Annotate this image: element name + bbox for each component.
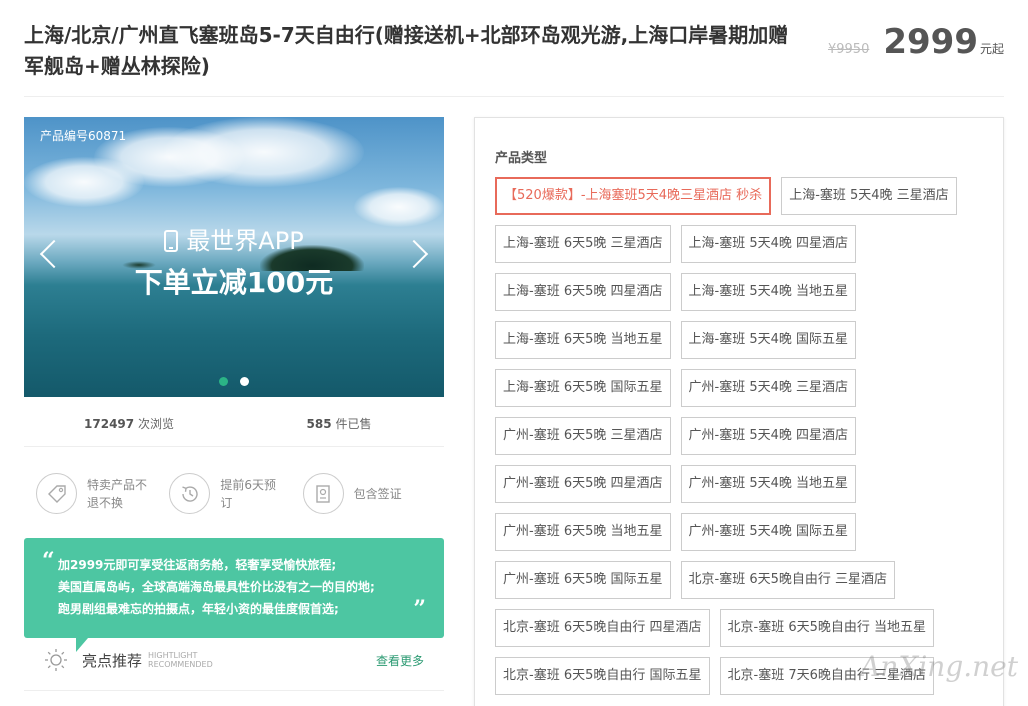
product-type-option[interactable]: 广州-塞班 5天4晚 四星酒店 [680,417,856,455]
quote-line: 加2999元即可享受往返商务舱，轻奢享受愉快旅程; [58,558,337,572]
product-type-label: 产品类型 [495,151,548,166]
product-type-option[interactable]: 北京-塞班 6天5晚自由行 三星酒店 [680,561,895,599]
tag-icon [36,473,77,514]
banner-carousel[interactable]: 产品编号60871 最世界APP 下单立减100元 [24,117,444,397]
product-type-panel: 产品类型 【520爆款】-上海塞班5天4晚三星酒店 秒杀 上海-塞班 5天4晚 三… [474,117,1004,706]
quote-open-icon: “ [42,548,55,574]
product-number: 产品编号60871 [40,129,127,143]
product-type-option[interactable]: 广州-塞班 6天5晚 三星酒店 [495,417,671,455]
banner-app-text: 最世界APP [186,227,304,255]
product-type-option[interactable]: 上海-塞班 6天5晚 当地五星 [495,321,671,359]
header-divider [24,96,1004,97]
product-type-option[interactable]: 广州-塞班 6天5晚 四星酒店 [495,465,671,503]
product-type-option[interactable]: 北京-塞班 6天5晚自由行 当地五星 [719,609,934,647]
product-type-option[interactable]: 广州-塞班 5天4晚 国际五星 [680,513,856,551]
price-unit: 元起 [979,42,1004,56]
product-type-option[interactable]: 上海-塞班 5天4晚 国际五星 [680,321,856,359]
highlight-quote: “ 加2999元即可享受往返商务舱，轻奢享受愉快旅程; 美国直属岛屿，全球高端海… [24,538,444,652]
product-type-option[interactable]: 【520爆款】-上海塞班5天4晚三星酒店 秒杀 [495,177,772,215]
product-type-option[interactable]: 上海-塞班 6天5晚 三星酒店 [495,225,671,263]
cloud-decoration [24,157,144,207]
page-title: 上海/北京/广州直飞塞班岛5-7天自由行(赠接送机+北部环岛观光游,上海口岸暑期… [24,23,789,78]
carousel-dots [219,377,249,386]
carousel-next-icon[interactable] [408,239,430,269]
product-type-option[interactable]: 上海-塞班 5天4晚 四星酒店 [680,225,856,263]
stats-row: 172497 次浏览 585 件已售 [24,415,444,432]
feature-text: 包含签证 [353,486,402,501]
feature-no-refund: 特卖产品不退不换 [36,473,169,514]
views-count: 172497 [84,417,135,431]
banner-app-line: 最世界APP [24,221,444,256]
views-label: 次浏览 [137,417,174,431]
banner-discount: 下单立减100元 [134,266,334,299]
stats-divider [24,446,444,447]
highlight-title: 亮点推荐 [82,651,143,670]
product-type-option[interactable]: 广州-塞班 5天4晚 三星酒店 [680,369,856,407]
product-type-option[interactable]: 上海-塞班 5天4晚 三星酒店 [781,177,957,215]
product-type-option[interactable]: 北京-塞班 6天5晚自由行 国际五星 [495,657,710,695]
sold-label: 件已售 [335,417,372,431]
clock-history-icon [169,473,211,514]
feature-visa: 包含签证 [302,473,436,514]
feature-text: 提前6天预订 [220,477,276,510]
product-type-option[interactable]: 广州-塞班 6天5晚 国际五星 [495,561,671,599]
passport-icon [302,473,344,514]
highlight-header: 亮点推荐 HIGHTLIGHT RECOMMENDED 查看更多 [44,646,424,674]
highlight-divider [24,690,444,691]
product-type-option[interactable]: 广州-塞班 5天4晚 当地五星 [680,465,856,503]
highlight-en-label: HIGHTLIGHT RECOMMENDED [148,651,213,669]
product-type-options: 【520爆款】-上海塞班5天4晚三星酒店 秒杀 上海-塞班 5天4晚 三星酒店上海… [495,177,995,695]
feature-text: 特卖产品不退不换 [87,477,148,510]
view-more-link[interactable]: 查看更多 [376,652,424,669]
views-stat: 172497 次浏览 [24,415,234,432]
watermark: AnXing.net [860,650,1018,683]
cloud-decoration [164,117,364,187]
product-type-option[interactable]: 上海-塞班 6天5晚 四星酒店 [495,273,671,311]
features-row: 特卖产品不退不换 提前6天预订 包含签证 [36,473,436,514]
price-box: ¥9950 2999 元起 [828,22,1004,62]
product-type-option[interactable]: 上海-塞班 5天4晚 当地五星 [680,273,856,311]
quote-line: 美国直属岛屿，全球高端海岛最具性价比没有之一的目的地; [58,580,375,594]
carousel-dot[interactable] [219,377,228,386]
product-type-option[interactable]: 上海-塞班 6天5晚 国际五星 [495,369,671,407]
highlight-en-line: HIGHTLIGHT [148,651,198,660]
current-price: 2999 [883,22,978,62]
carousel-dot[interactable] [240,377,249,386]
feature-advance-booking: 提前6天预订 [169,473,302,514]
product-type-option[interactable]: 广州-塞班 6天5晚 当地五星 [495,513,671,551]
phone-icon [164,230,179,252]
quote-close-icon: ” [413,596,426,622]
carousel-prev-icon[interactable] [38,239,60,269]
product-type-option[interactable]: 北京-塞班 6天5晚自由行 四星酒店 [495,609,710,647]
sun-icon [45,649,67,671]
sold-count: 585 [306,417,332,431]
sold-stat: 585 件已售 [234,415,444,432]
quote-line: 跑男剧组最难忘的拍摄点，年轻小资的最佳度假首选; [58,602,339,616]
highlight-en-line: RECOMMENDED [148,660,213,669]
original-price: ¥9950 [827,42,870,57]
